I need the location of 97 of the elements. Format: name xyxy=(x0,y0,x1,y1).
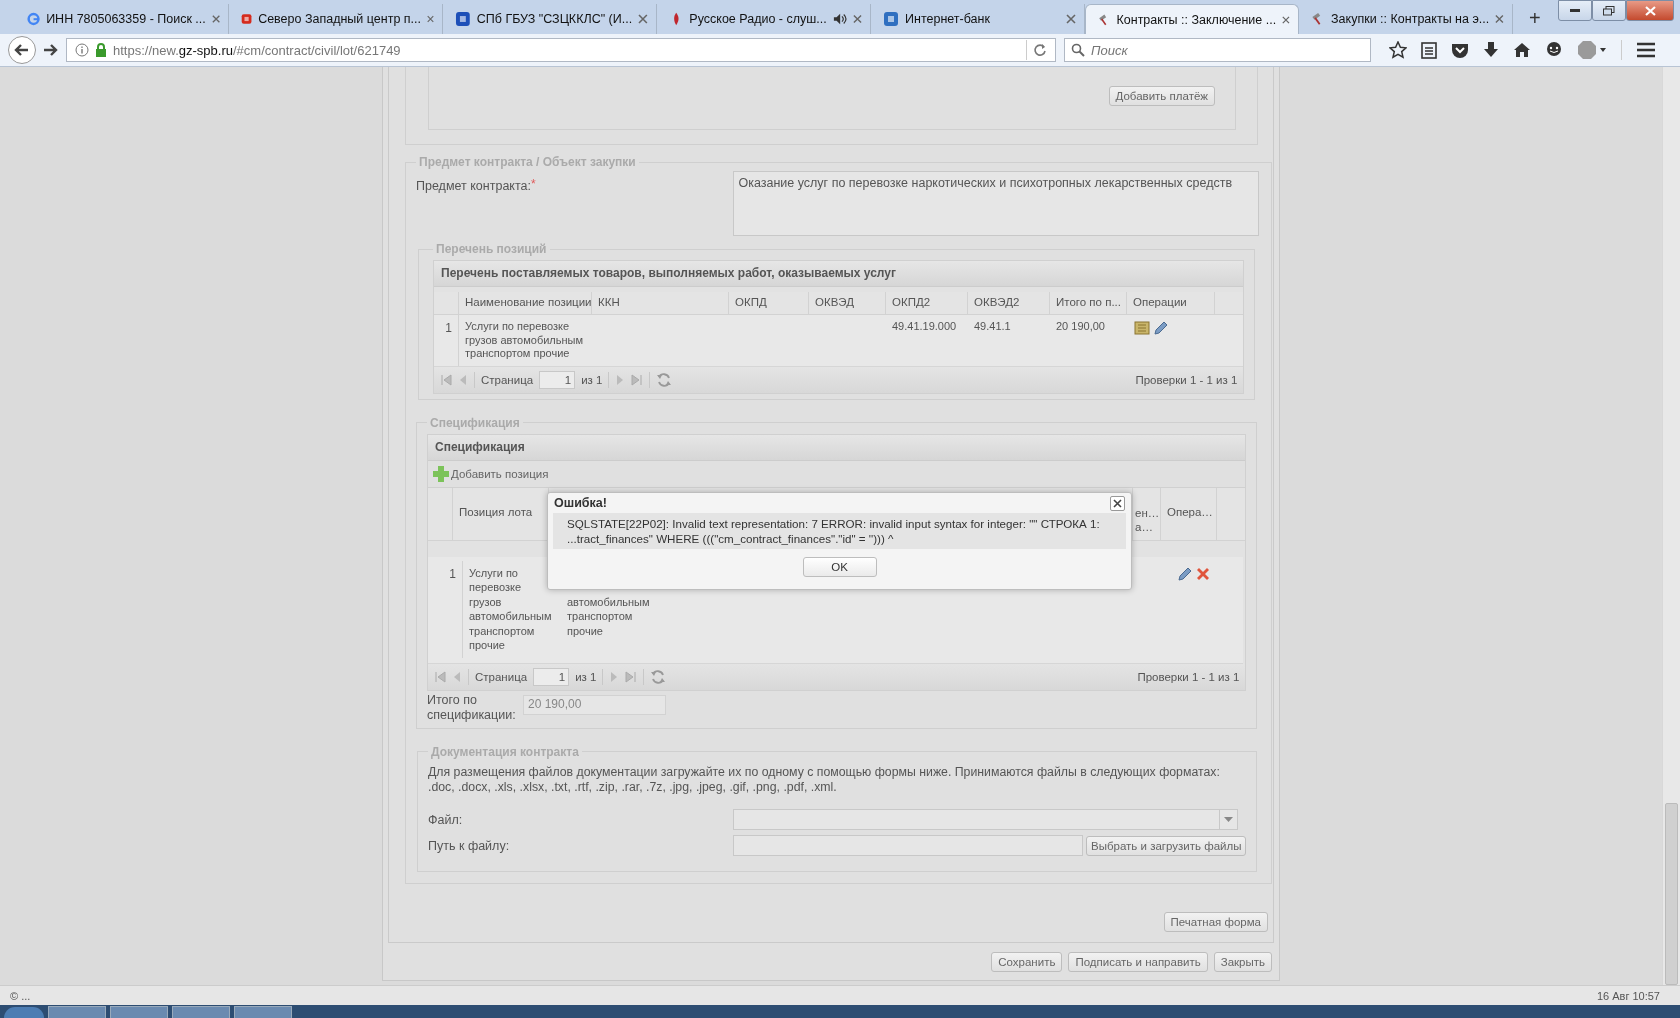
status-text: © ... xyxy=(10,989,31,1002)
print-form-button[interactable]: Печатная форма xyxy=(1163,911,1268,932)
minimize-button[interactable] xyxy=(1558,0,1592,21)
address-bar[interactable]: https://new.gz-spb.ru/#cm/contract/civil/lot/621749 xyxy=(66,38,1056,62)
forward-arrow-icon[interactable] xyxy=(42,43,58,57)
refresh-icon[interactable] xyxy=(656,371,673,388)
close-button[interactable] xyxy=(1626,0,1674,21)
file-path-field[interactable] xyxy=(733,835,1083,856)
column-header[interactable]: ККН xyxy=(592,292,729,314)
column-header[interactable]: Операции xyxy=(1127,292,1215,314)
scroll-icon[interactable] xyxy=(1133,320,1151,336)
close-tab-icon[interactable] xyxy=(638,14,648,24)
new-tab-button[interactable]: + xyxy=(1529,7,1541,30)
row-number: 1 xyxy=(438,560,463,658)
field-label: Путь к файлу: xyxy=(428,838,511,853)
action-button[interactable]: Закрыть xyxy=(1213,951,1272,972)
clipboard-icon[interactable] xyxy=(1421,41,1437,59)
close-tab-icon[interactable] xyxy=(427,14,434,24)
site-icon xyxy=(241,11,253,27)
search-icon xyxy=(1071,43,1085,57)
scrollbar[interactable] xyxy=(1662,67,1680,985)
table-cell: 49.41.1 xyxy=(974,320,1011,334)
paging-summary: Проверки 1 - 1 из 1 xyxy=(1137,670,1240,683)
add-payment-button[interactable]: Добавить платёж xyxy=(1108,86,1215,106)
close-icon xyxy=(1644,5,1656,16)
restore-button[interactable] xyxy=(1592,0,1626,21)
table-cell-text: автомобильным транспортом прочие xyxy=(567,594,651,638)
ok-button[interactable]: OK xyxy=(802,557,877,577)
plus-icon xyxy=(433,465,449,482)
column-header[interactable]: ОКПД2 xyxy=(886,292,968,314)
paging-summary: Проверки 1 - 1 из 1 xyxy=(1135,373,1238,386)
close-tab-icon[interactable] xyxy=(853,14,862,24)
close-tab-icon[interactable] xyxy=(1282,14,1290,25)
column-header[interactable]: Итого по п... xyxy=(1050,292,1127,314)
bookmark-star-icon[interactable] xyxy=(1389,41,1407,59)
speaker-icon[interactable] xyxy=(832,12,848,26)
url-text: https://new.gz-spb.ru/#cm/contract/civil/lot/621749 xyxy=(113,42,402,58)
total-field: 20 190,00 xyxy=(523,694,666,715)
pencil-icon[interactable] xyxy=(1153,320,1169,336)
text-area[interactable]: Оказание услуг по перевозке наркотических и психотропных лекарственных средств xyxy=(733,171,1260,236)
table-cell: Услуги по перевозке грузов автомобильным транспортом прочие xyxy=(469,565,553,653)
required-mark: * xyxy=(530,177,536,191)
action-button[interactable]: Подписать и направить xyxy=(1068,951,1208,972)
page-count: из 1 xyxy=(581,373,603,386)
close-tab-icon[interactable] xyxy=(1066,14,1076,24)
restore-icon xyxy=(1603,5,1615,16)
home-icon[interactable] xyxy=(1513,42,1531,58)
field-label: Предмет контракта: xyxy=(416,179,531,193)
dialog-title: Ошибка! xyxy=(554,496,607,510)
page-field[interactable]: 1 xyxy=(533,667,570,686)
column-header[interactable]: ен… а… xyxy=(1133,487,1161,540)
grid-title: Перечень поставляемых товаров, выполняемых работ, оказываемых услуг xyxy=(434,261,1244,287)
page-count: из 1 xyxy=(575,670,597,683)
page-field[interactable]: 1 xyxy=(539,370,576,389)
column-header[interactable]: ОКПД xyxy=(729,292,809,314)
site-icon xyxy=(883,11,899,27)
close-button[interactable] xyxy=(1110,495,1125,511)
refresh-icon[interactable] xyxy=(650,668,667,685)
back-arrow-icon xyxy=(14,43,30,57)
add-position-button[interactable]: Добавить позиция xyxy=(433,465,549,482)
close-tab-icon[interactable] xyxy=(211,14,220,24)
action-button[interactable]: Сохранить xyxy=(991,951,1063,972)
site-icon xyxy=(455,11,471,27)
upload-button[interactable]: Выбрать и загрузить файлы xyxy=(1086,835,1247,856)
start-button[interactable] xyxy=(4,1007,44,1018)
pencil-icon[interactable] xyxy=(1177,565,1193,582)
page-label: Страница xyxy=(481,373,534,386)
reload-icon[interactable] xyxy=(1033,43,1047,57)
back-button[interactable] xyxy=(8,36,36,64)
close-icon xyxy=(1113,498,1122,508)
table-cell: 49.41.19.000 xyxy=(892,320,957,334)
table-cell: 20 190,00 xyxy=(1056,320,1105,334)
table-cell-text: Услуги по перевозке грузов автомобильным транспортом прочие xyxy=(465,320,584,361)
search-field[interactable]: Поиск xyxy=(1064,38,1371,62)
field-label: Итого по спецификации: xyxy=(427,692,517,723)
close-tab-icon[interactable] xyxy=(1495,14,1504,24)
column-header[interactable]: Наименование позиции xyxy=(459,292,592,314)
menu-icon[interactable] xyxy=(1636,42,1656,58)
site-icon xyxy=(27,11,41,27)
row-number: 1 xyxy=(434,315,459,366)
column-header[interactable]: Опера… xyxy=(1161,487,1217,540)
error-message: SQLSTATE[22P02]: Invalid text representation: 7 ERROR: invalid input syntax for integer: "" СТРОКА 1: ...tract_finances" WHERE ((("cm_contract_finances"."id" = ''))) ^ xyxy=(553,513,1126,549)
lock-icon xyxy=(95,43,107,57)
field-label: Файл: xyxy=(428,812,464,827)
column-header[interactable]: ОКВЭД xyxy=(809,292,886,314)
column-header[interactable]: ОКВЭД2 xyxy=(968,292,1050,314)
page-label: Страница xyxy=(475,670,528,683)
delete-icon[interactable] xyxy=(1195,565,1211,582)
browser-tab[interactable]: Контракты :: Заключение ... xyxy=(1085,4,1299,34)
upload-note: Для размещения файлов документации загружайте их по одному с помощью формы ниже. Принимаются файлы в следующих форматах: .doc, .docx, .xls, .xlsx, .txt, .rtf, .zip, .rar, .7z, .jpg, .jpeg, .gif, .png, .pdf, .xml. xyxy=(428,764,1221,795)
dropdown-arrow-icon xyxy=(1224,816,1233,823)
info-icon[interactable] xyxy=(75,43,89,57)
minimize-icon xyxy=(1570,8,1580,13)
download-icon[interactable] xyxy=(1483,41,1499,59)
date-time: 16 Авг 10:57 xyxy=(1596,989,1660,1002)
pocket-icon[interactable] xyxy=(1451,42,1469,58)
grid-title: Спецификация xyxy=(428,434,1246,461)
